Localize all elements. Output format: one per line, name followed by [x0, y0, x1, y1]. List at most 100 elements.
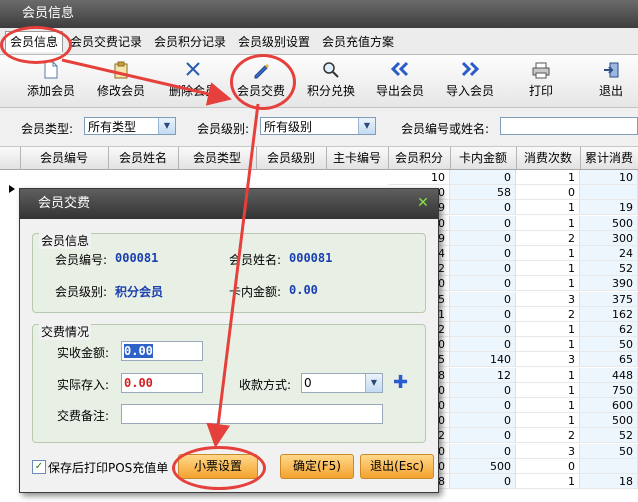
balance-cell[interactable]: 0 — [450, 246, 516, 261]
consume-count-cell[interactable]: 1 — [516, 276, 580, 292]
consume-count-cell[interactable]: 1 — [516, 398, 580, 413]
balance-cell[interactable]: 0 — [450, 276, 516, 292]
column-header[interactable]: 主卡编号 — [326, 147, 389, 169]
cancel-button[interactable]: 退出(Esc) — [360, 454, 434, 479]
chevron-down-icon[interactable]: ▼ — [158, 118, 175, 134]
confirm-button[interactable]: 确定(F5) — [280, 454, 354, 479]
total-consume-cell[interactable]: 50 — [580, 337, 638, 353]
delete-member-button[interactable]: 删除会员 — [160, 57, 226, 105]
remark-input[interactable] — [121, 404, 383, 424]
consume-count-cell[interactable]: 1 — [516, 215, 580, 231]
total-consume-cell[interactable]: 390 — [580, 276, 638, 292]
balance-cell[interactable]: 58 — [450, 185, 516, 201]
search-input[interactable] — [500, 117, 638, 135]
balance-cell[interactable]: 12 — [450, 367, 516, 383]
balance-cell[interactable]: 0 — [450, 413, 516, 429]
consume-count-cell[interactable]: 3 — [516, 352, 580, 368]
export-members-button[interactable]: 导出会员 — [367, 57, 433, 105]
balance-cell[interactable]: 140 — [450, 352, 516, 368]
received-amount-input[interactable]: 0.00 — [121, 341, 203, 361]
column-header[interactable]: 会员编号 — [20, 147, 109, 169]
column-header[interactable]: 会员姓名 — [108, 147, 179, 169]
balance-cell[interactable]: 0 — [450, 337, 516, 353]
balance-cell[interactable]: 0 — [450, 215, 516, 231]
total-consume-cell[interactable]: 50 — [580, 443, 638, 459]
print-button[interactable]: 打印 — [508, 57, 574, 105]
tab-points-records[interactable]: 会员积分记录 — [150, 32, 230, 52]
consume-count-cell[interactable]: 1 — [516, 322, 580, 337]
exit-button[interactable]: 退出 — [578, 57, 638, 105]
balance-cell[interactable]: 0 — [450, 200, 516, 216]
consume-count-cell[interactable]: 1 — [516, 170, 580, 185]
consume-count-cell[interactable]: 3 — [516, 443, 580, 459]
balance-cell[interactable]: 0 — [450, 322, 516, 337]
chevron-down-icon[interactable]: ▼ — [358, 118, 375, 134]
consume-count-cell[interactable]: 3 — [516, 291, 580, 307]
total-consume-cell[interactable]: 162 — [580, 306, 638, 322]
tab-payment-records[interactable]: 会员交费记录 — [66, 32, 146, 52]
consume-count-cell[interactable]: 1 — [516, 367, 580, 383]
balance-cell[interactable]: 0 — [450, 428, 516, 444]
consume-count-cell[interactable]: 2 — [516, 428, 580, 444]
balance-cell[interactable]: 0 — [450, 306, 516, 322]
total-consume-cell[interactable]: 52 — [580, 428, 638, 444]
balance-cell[interactable]: 0 — [450, 230, 516, 246]
total-consume-cell[interactable]: 18 — [580, 474, 638, 489]
tab-recharge-plans[interactable]: 会员充值方案 — [318, 32, 398, 52]
points-cell[interactable]: 10 — [388, 170, 450, 185]
total-consume-cell[interactable] — [580, 185, 638, 201]
balance-cell[interactable]: 0 — [450, 398, 516, 413]
consume-count-cell[interactable]: 1 — [516, 261, 580, 277]
total-consume-cell[interactable]: 375 — [580, 291, 638, 307]
column-header[interactable]: 会员积分 — [388, 147, 451, 169]
column-header[interactable]: 消费次数 — [516, 147, 581, 169]
total-consume-cell[interactable]: 62 — [580, 322, 638, 337]
column-header[interactable]: 会员级别 — [256, 147, 327, 169]
column-header[interactable]: 会员类型 — [178, 147, 257, 169]
total-consume-cell[interactable]: 750 — [580, 382, 638, 398]
total-consume-cell[interactable]: 52 — [580, 261, 638, 277]
total-consume-cell[interactable]: 500 — [580, 413, 638, 429]
consume-count-cell[interactable]: 2 — [516, 306, 580, 322]
total-consume-cell[interactable]: 300 — [580, 230, 638, 246]
balance-cell[interactable]: 0 — [450, 382, 516, 398]
total-consume-cell[interactable] — [580, 458, 638, 474]
consume-count-cell[interactable]: 2 — [516, 230, 580, 246]
consume-count-cell[interactable]: 0 — [516, 458, 580, 474]
total-consume-cell[interactable]: 65 — [580, 352, 638, 368]
total-consume-cell[interactable]: 24 — [580, 246, 638, 261]
balance-cell[interactable]: 0 — [450, 474, 516, 489]
close-icon[interactable]: ✕ — [416, 196, 430, 210]
balance-cell[interactable]: 0 — [450, 291, 516, 307]
consume-count-cell[interactable]: 1 — [516, 337, 580, 353]
balance-cell[interactable]: 0 — [450, 261, 516, 277]
column-header[interactable]: 累计消费 — [580, 147, 638, 169]
total-consume-cell[interactable]: 19 — [580, 200, 638, 216]
points-exchange-button[interactable]: 积分兑换 — [298, 57, 364, 105]
import-members-button[interactable]: 导入会员 — [437, 57, 503, 105]
consume-count-cell[interactable]: 1 — [516, 246, 580, 261]
balance-cell[interactable]: 0 — [450, 170, 516, 185]
member-type-select[interactable]: 所有类型 ▼ — [84, 117, 176, 135]
add-payment-method-icon[interactable]: ✚ — [393, 373, 408, 393]
balance-cell[interactable]: 0 — [450, 443, 516, 459]
total-consume-cell[interactable]: 600 — [580, 398, 638, 413]
chevron-down-icon[interactable]: ▼ — [365, 374, 382, 392]
total-consume-cell[interactable]: 10 — [580, 170, 638, 185]
consume-count-cell[interactable]: 1 — [516, 200, 580, 216]
add-member-button[interactable]: 添加会员 — [18, 57, 84, 105]
column-header[interactable]: 卡内金额 — [450, 147, 517, 169]
deposit-amount-input[interactable]: 0.00 — [121, 373, 203, 393]
total-consume-cell[interactable]: 500 — [580, 215, 638, 231]
consume-count-cell[interactable]: 1 — [516, 474, 580, 489]
consume-count-cell[interactable]: 1 — [516, 413, 580, 429]
tab-level-settings[interactable]: 会员级别设置 — [234, 32, 314, 52]
total-consume-cell[interactable]: 448 — [580, 367, 638, 383]
edit-member-button[interactable]: 修改会员 — [88, 57, 154, 105]
balance-cell[interactable]: 500 — [450, 458, 516, 474]
consume-count-cell[interactable]: 1 — [516, 382, 580, 398]
consume-count-cell[interactable]: 0 — [516, 185, 580, 201]
member-level-select[interactable]: 所有级别 ▼ — [260, 117, 376, 135]
payment-method-select[interactable]: 0 ▼ — [301, 373, 383, 393]
print-pos-checkbox[interactable]: ✓ — [32, 460, 46, 474]
